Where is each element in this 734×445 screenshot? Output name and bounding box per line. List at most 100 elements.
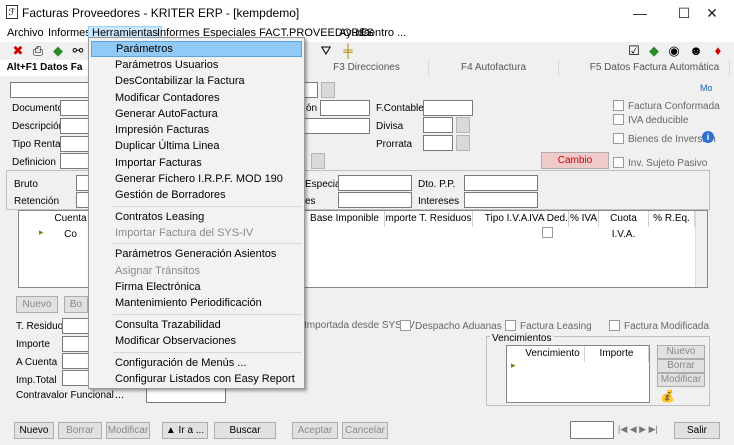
eye-icon[interactable]: ◉ — [666, 43, 682, 59]
menu-item-modificar-observaciones[interactable]: Modificar Observaciones — [91, 333, 302, 349]
menu-item-configurar-listados[interactable]: Configurar Listados con Easy Report ... — [91, 371, 302, 401]
fecha-field[interactable] — [320, 100, 370, 116]
a-cuenta-field[interactable] — [62, 353, 90, 369]
cancelar-button[interactable]: Cancelar — [342, 422, 388, 439]
record-navigator[interactable]: |◀ ◀ ▶ ▶| — [618, 424, 658, 435]
menu-item-duplicar-ultima-linea[interactable]: Duplicar Última Linea — [91, 138, 302, 154]
definicion-lookup-button[interactable] — [311, 153, 325, 169]
aceptar-button[interactable]: Aceptar — [292, 422, 338, 439]
user-icon[interactable]: ☻ — [688, 43, 704, 59]
filter-icon[interactable]: ⛛ — [318, 43, 334, 59]
iva-deducible-checkbox[interactable]: IVA deducible — [613, 114, 688, 126]
prorrata-field[interactable] — [423, 135, 453, 151]
t-residuos-field[interactable] — [62, 318, 90, 334]
divisa-lookup-button[interactable] — [456, 117, 470, 133]
line-borrar-button[interactable]: Bo — [64, 296, 88, 313]
divisa-field[interactable] — [423, 117, 453, 133]
menu-item-firma-electronica[interactable]: Firma Electrónica — [91, 279, 302, 295]
grid-header-cuenta[interactable]: Cuenta Co — [51, 211, 91, 240]
menu-item-mantenimiento-periodificacion[interactable]: Mantenimiento Periodificación — [91, 295, 302, 311]
menu-informes[interactable]: Informes — [45, 27, 94, 39]
money-bag-icon[interactable]: 💰 — [660, 389, 675, 403]
ir-a-button[interactable]: ▲ Ir a ... — [162, 422, 208, 439]
especial-field[interactable] — [338, 175, 412, 191]
menu-item-parametros[interactable]: Parámetros — [91, 41, 302, 57]
prorrata-lookup-button[interactable] — [456, 135, 470, 151]
close-button[interactable]: ✕ — [690, 0, 734, 26]
bienes-inversion-checkbox[interactable]: Bienes de Inversión — [613, 133, 716, 145]
tipo-renta-field[interactable] — [60, 136, 90, 152]
menu-item-generar-autofactura[interactable]: Generar AutoFactura — [91, 106, 302, 122]
menu-item-gestion-borradores[interactable]: Gestión de Borradores — [91, 187, 302, 203]
alert-icon[interactable]: ♦ — [710, 43, 726, 59]
menu-item-parametros-asientos[interactable]: Parámetros Generación Asientos — [91, 246, 302, 262]
f-contable-field[interactable] — [423, 100, 473, 116]
menu-item-consulta-trazabilidad[interactable]: Consulta Trazabilidad — [91, 317, 302, 333]
vencimientos-modificar-button[interactable]: Modificar — [657, 373, 705, 387]
borrar-button[interactable]: Borrar — [58, 422, 102, 439]
tab-datos-factura[interactable]: Alt+F1 Datos Fa — [0, 60, 90, 76]
descripcion-field[interactable] — [60, 118, 90, 134]
documento-field[interactable] — [60, 100, 90, 116]
importe-field[interactable] — [62, 336, 90, 352]
vencimientos-header-importe[interactable]: Importe — [585, 346, 649, 362]
intereses-field[interactable] — [464, 192, 538, 208]
gem-icon[interactable]: ◆ — [50, 43, 66, 59]
tab-datos-factura-automatica[interactable]: F5 Datos Factura Automática — [580, 60, 730, 76]
grid-header-cuota-iva[interactable]: Cuota I.V.A. — [599, 211, 649, 240]
delete-icon[interactable]: ✖ — [10, 43, 26, 59]
menu-item-modificar-contadores[interactable]: Modificar Contadores — [91, 90, 302, 106]
print-icon[interactable]: ⎙ — [30, 43, 46, 59]
vencimientos-borrar-button[interactable]: Borrar — [657, 359, 705, 373]
menu-item-impresion-facturas[interactable]: Impresión Facturas — [91, 122, 302, 138]
help-link-icon[interactable]: Mo — [700, 83, 713, 93]
imp-total-field[interactable] — [62, 370, 90, 386]
es-field[interactable] — [338, 192, 412, 208]
tab-autofactura[interactable]: F4 Autofactura — [429, 60, 559, 76]
tab-direcciones[interactable]: F3 Direcciones — [305, 60, 429, 76]
grid-scrollbar[interactable] — [695, 211, 707, 287]
iva-ded-checkbox[interactable] — [542, 227, 553, 238]
buscar-button[interactable]: Buscar — [214, 422, 276, 439]
menu-item-descontabilizar[interactable]: DesContabilizar la Factura — [91, 73, 302, 89]
grid-header-importe-residuos[interactable]: mporte T. Residuos — [385, 211, 473, 227]
menu-item-configuracion-menus[interactable]: Configuración de Menús ... — [91, 355, 302, 371]
vencimientos-header-vencimiento[interactable]: Vencimiento — [521, 346, 585, 362]
importada-sysiv-checkbox[interactable]: Importada desde SYS-IV — [304, 320, 415, 331]
checkbox-icon[interactable]: ☑ — [626, 43, 642, 59]
salir-button[interactable]: Salir — [674, 422, 720, 439]
vencimientos-grid[interactable]: Vencimiento Importe ▸ — [506, 345, 650, 403]
binoculars-icon[interactable]: ⚯ — [70, 43, 86, 59]
descripcion-ext-field[interactable] — [300, 118, 370, 134]
cambio-button[interactable]: Cambio — [541, 152, 609, 169]
vencimientos-nuevo-button[interactable]: Nuevo — [657, 345, 705, 359]
supplier-lookup-button[interactable] — [321, 82, 335, 98]
menu-archivo[interactable]: Archivo — [4, 27, 47, 39]
despacho-aduanas-checkbox[interactable]: Despacho Aduanas — [400, 320, 502, 332]
grid-header-pct-req[interactable]: % R.Eq. — [649, 211, 695, 227]
menu-item-contratos-leasing[interactable]: Contratos Leasing — [91, 209, 302, 225]
grid-header-base[interactable]: Base Imponible — [305, 211, 385, 227]
factura-conformada-checkbox[interactable]: Factura Conformada — [613, 100, 720, 112]
line-nuevo-button[interactable]: Nuevo — [16, 296, 58, 313]
modificar-button[interactable]: Modificar — [106, 422, 150, 439]
menu-item-parametros-usuarios[interactable]: Parámetros Usuarios — [91, 57, 302, 73]
definicion-field[interactable] — [60, 153, 90, 169]
menu-item-generar-fichero-irpf[interactable]: Generar Fichero I.R.P.F. MOD 190 — [91, 171, 302, 187]
contravalor-field[interactable] — [146, 387, 226, 403]
supplier-field[interactable] — [10, 82, 90, 98]
menu-item-importar-facturas[interactable]: Importar Facturas — [91, 155, 302, 171]
minimize-button[interactable]: — — [618, 0, 662, 26]
info-icon[interactable]: i — [702, 131, 714, 143]
menu-item-asignar-transitos[interactable]: Asignar Tránsitos — [91, 263, 302, 279]
inv-sujeto-pasivo-checkbox[interactable]: Inv. Sujeto Pasivo — [613, 157, 707, 169]
menu-centro[interactable]: Centro ... — [358, 27, 409, 39]
grid-header-iva-ded[interactable]: IVA Ded. — [529, 211, 569, 227]
gem-right-icon[interactable]: ◆ — [646, 43, 662, 59]
dto-pp-field[interactable] — [464, 175, 538, 191]
nuevo-button[interactable]: Nuevo — [14, 422, 54, 439]
menu-item-importar-sysiv[interactable]: Importar Factura del SYS-IV — [91, 225, 302, 241]
grid-header-pct-iva[interactable]: % IVA — [569, 211, 599, 227]
signpost-icon[interactable]: ╪ — [340, 43, 356, 59]
factura-leasing-checkbox[interactable]: Factura Leasing — [505, 320, 592, 332]
